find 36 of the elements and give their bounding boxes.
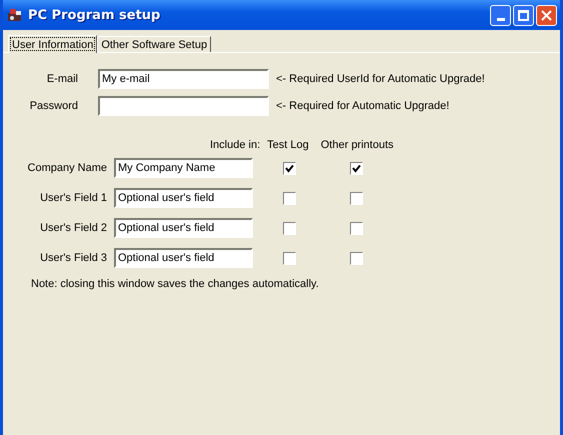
- input-field[interactable]: Optional user's field: [114, 248, 253, 268]
- field-label: User's Field 1: [39, 192, 107, 204]
- input-field[interactable]: My e-mail: [98, 69, 269, 89]
- window-title: PC Program setup: [28, 8, 162, 22]
- tab[interactable]: User Information: [8, 35, 98, 53]
- field-label: User's Field 3: [39, 252, 107, 264]
- input-field[interactable]: My Company Name: [114, 158, 253, 178]
- field-label: E-mail: [46, 73, 78, 85]
- field-label: User's Field 2: [39, 222, 107, 234]
- input-field[interactable]: Optional user's field: [114, 188, 253, 208]
- maximize-icon: [518, 10, 529, 20]
- column-header: Test Log: [267, 139, 309, 151]
- toolbox-icon: [7, 7, 23, 23]
- checkbox[interactable]: [283, 252, 296, 264]
- checkbox[interactable]: [350, 192, 363, 204]
- maximize-button[interactable]: [513, 4, 534, 26]
- checkbox[interactable]: [283, 222, 296, 234]
- note-text: Note: closing this window saves the changes automatically.: [31, 278, 320, 290]
- checkbox[interactable]: [350, 222, 363, 234]
- column-header: Other printouts: [320, 139, 394, 151]
- checkbox[interactable]: [283, 192, 296, 204]
- field-label: Company Name: [26, 162, 107, 174]
- checkbox[interactable]: [283, 162, 296, 174]
- column-header: Include in:: [210, 139, 260, 151]
- checkbox[interactable]: [350, 252, 363, 264]
- hint-text: <- Required UserId for Automatic Upgrade!: [276, 73, 485, 85]
- close-button[interactable]: [536, 4, 557, 26]
- input-field[interactable]: [98, 96, 269, 116]
- minimize-icon: [496, 18, 504, 20]
- minimize-button[interactable]: [490, 4, 511, 26]
- hint-text: <- Required for Automatic Upgrade!: [276, 100, 450, 112]
- input-field[interactable]: Optional user's field: [114, 218, 253, 238]
- field-label: Password: [28, 100, 78, 112]
- close-icon: [541, 10, 552, 20]
- checkbox[interactable]: [350, 162, 363, 174]
- tab[interactable]: Other Software Setup: [97, 36, 212, 52]
